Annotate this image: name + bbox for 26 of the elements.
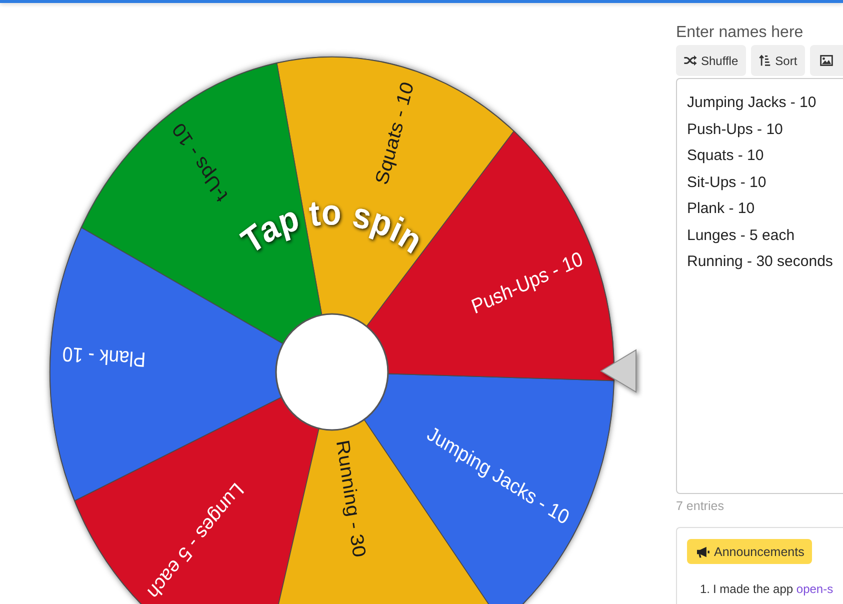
slice-label: Running - 30 bbox=[332, 438, 370, 559]
names-label: Enter names here bbox=[676, 23, 804, 43]
name-line: Running - 30 seconds bbox=[687, 252, 833, 272]
slice-label: Squats - 10 bbox=[372, 79, 418, 188]
megaphone-icon bbox=[696, 546, 710, 558]
shuffle-icon bbox=[684, 55, 697, 66]
name-line: Jumping Jacks - 10 bbox=[687, 93, 816, 113]
badge-label: Announcements bbox=[714, 544, 804, 558]
open-source-link[interactable]: open-s bbox=[796, 582, 834, 596]
sort-icon bbox=[759, 54, 772, 67]
names-field[interactable]: Jumping Jacks - 10 Push-Ups - 10 Squats - 10 Sit-Ups - 10 Plank - 10 Lunges - 5 each Running - 30 seconds bbox=[676, 78, 843, 494]
name-line: Sit-Ups - 10 bbox=[687, 172, 766, 192]
name-line: Lunges - 5 each bbox=[687, 226, 795, 246]
name-line: Plank - 10 bbox=[687, 199, 755, 219]
name-line: Squats - 10 bbox=[687, 146, 764, 166]
slice-label: Plank - 10 bbox=[62, 342, 146, 371]
list-number: 1. bbox=[700, 581, 710, 598]
spin-hint: Tap to spin bbox=[235, 192, 429, 262]
announcement-text: I made the app open-s bbox=[713, 581, 834, 598]
name-line: Push-Ups - 10 bbox=[687, 120, 783, 140]
image-button[interactable] bbox=[810, 45, 843, 76]
toolbar-button[interactable]: Shuffle bbox=[676, 45, 746, 76]
pointer-icon bbox=[600, 349, 636, 393]
image-icon bbox=[820, 55, 834, 66]
toolbar-button[interactable]: Sort bbox=[751, 45, 806, 76]
entry-count: 7 entries bbox=[676, 498, 724, 514]
